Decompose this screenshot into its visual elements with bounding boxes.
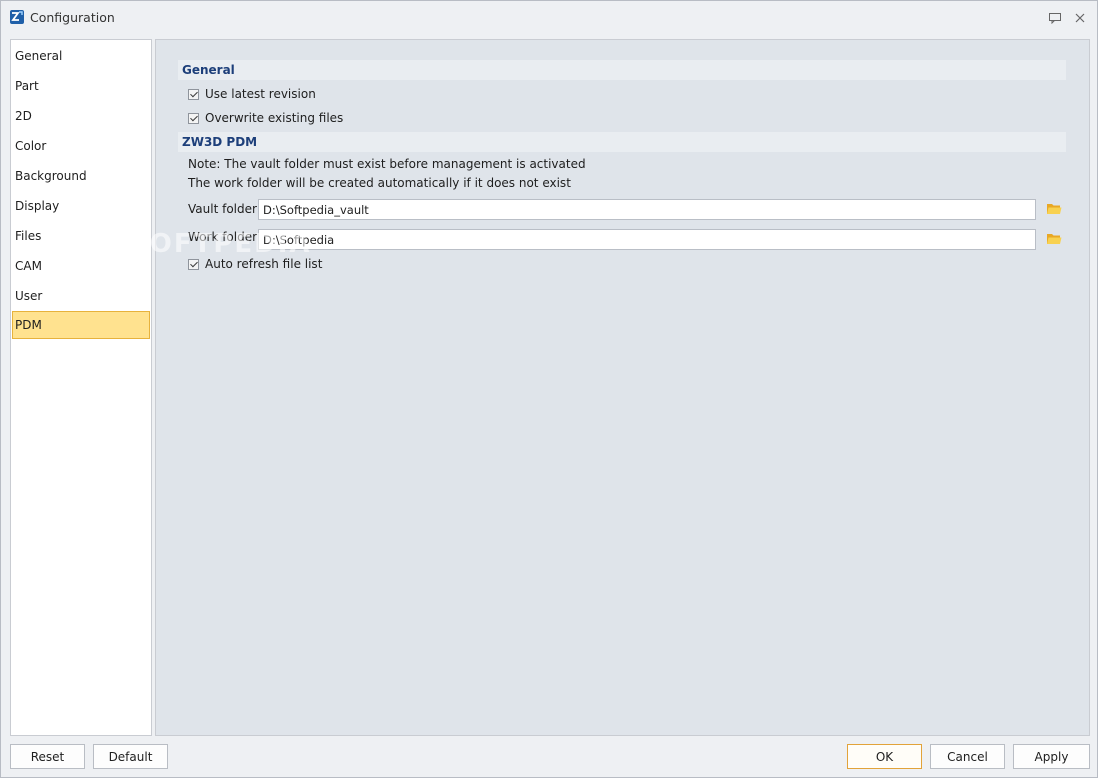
sidebar-item-display[interactable]: Display (12, 192, 150, 220)
browse-vault-folder-icon[interactable] (1046, 202, 1064, 218)
sidebar-item-color[interactable]: Color (12, 132, 150, 160)
auto-refresh-label: Auto refresh file list (205, 257, 323, 271)
sidebar-item-user[interactable]: User (12, 282, 150, 310)
sidebar-item-cam[interactable]: CAM (12, 252, 150, 280)
work-folder-input[interactable] (258, 229, 1036, 250)
vault-folder-input[interactable] (258, 199, 1036, 220)
vault-note-text: Note: The vault folder must exist before… (188, 157, 586, 171)
settings-panel: General Use latest revision Overwrite ex… (155, 39, 1090, 736)
overwrite-existing-row[interactable]: Overwrite existing files (188, 109, 343, 127)
work-folder-label: Work folder (188, 230, 258, 244)
use-latest-revision-row[interactable]: Use latest revision (188, 85, 316, 103)
sidebar-item-background[interactable]: Background (12, 162, 150, 190)
configuration-window: Configuration General Part 2D Color Back… (0, 0, 1098, 778)
cancel-button[interactable]: Cancel (930, 744, 1005, 769)
use-latest-revision-label: Use latest revision (205, 87, 316, 101)
apply-button[interactable]: Apply (1013, 744, 1090, 769)
reset-button[interactable]: Reset (10, 744, 85, 769)
overwrite-existing-checkbox[interactable] (188, 112, 199, 124)
auto-refresh-row[interactable]: Auto refresh file list (188, 255, 322, 273)
section-header-pdm: ZW3D PDM (178, 132, 1066, 152)
help-icon[interactable] (1046, 9, 1064, 27)
browse-work-folder-icon[interactable] (1046, 232, 1064, 248)
window-title: Configuration (30, 10, 115, 25)
sidebar-item-files[interactable]: Files (12, 222, 150, 250)
use-latest-revision-checkbox[interactable] (188, 88, 199, 100)
category-sidebar: General Part 2D Color Background Display… (10, 39, 152, 736)
section-header-general: General (178, 60, 1066, 80)
auto-refresh-checkbox[interactable] (188, 258, 199, 270)
zw3d-logo-icon (9, 9, 25, 25)
sidebar-item-part[interactable]: Part (12, 72, 150, 100)
title-bar: Configuration (1, 1, 1097, 35)
sidebar-item-general[interactable]: General (12, 42, 150, 70)
vault-folder-label: Vault folder (188, 202, 257, 216)
close-icon[interactable] (1071, 9, 1089, 27)
default-button[interactable]: Default (93, 744, 168, 769)
sidebar-item-2d[interactable]: 2D (12, 102, 150, 130)
work-folder-note-text: The work folder will be created automati… (188, 176, 571, 190)
overwrite-existing-label: Overwrite existing files (205, 111, 344, 125)
ok-button[interactable]: OK (847, 744, 922, 769)
sidebar-item-pdm[interactable]: PDM (12, 311, 150, 339)
